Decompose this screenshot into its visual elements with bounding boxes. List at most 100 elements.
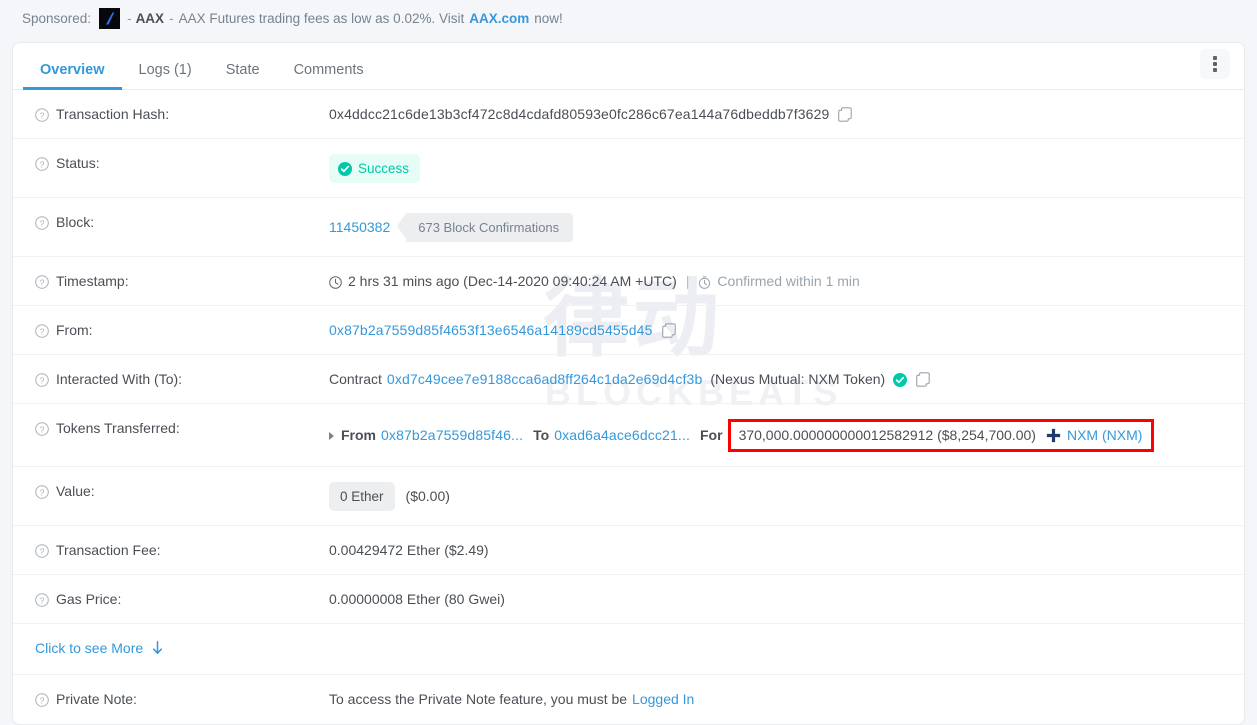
arrow-down-icon: [152, 641, 163, 655]
row-gas-price: ? Gas Price: 0.00000008 Ether (80 Gwei): [13, 575, 1244, 624]
private-note-text: To access the Private Note feature, you …: [329, 691, 628, 707]
row-interacted-with: ? Interacted With (To): Contract 0xd7c49…: [13, 355, 1244, 404]
token-from-address-link[interactable]: 0x87b2a7559d85f46...: [381, 426, 523, 445]
copy-icon[interactable]: [916, 372, 930, 387]
timestamp-ago-group: 2 hrs 31 mins ago (Dec-14-2020 09:40:24 …: [329, 272, 677, 291]
token-name-link[interactable]: NXM (NXM): [1067, 426, 1142, 445]
check-circle-icon: [338, 161, 352, 176]
row-timestamp: ? Timestamp: 2 hrs 31 mins ago (Dec-14-2…: [13, 257, 1244, 306]
timestamp-ago: 2 hrs 31 mins ago (Dec-14-2020 09:40:24 …: [348, 273, 677, 289]
sponsor-end-text: now!: [534, 10, 563, 26]
transaction-hash-value: 0x4ddcc21c6de13b3cf472c8d4cdafd80593e0fc…: [329, 106, 830, 122]
label-gas-price: ? Gas Price:: [13, 590, 329, 609]
token-to-address-link[interactable]: 0xad6a4ace6dcc21...: [554, 426, 690, 445]
label-text: Transaction Fee:: [56, 542, 161, 558]
value-transaction-fee: 0.00429472 Ether ($2.49): [329, 542, 489, 558]
copy-icon[interactable]: [661, 323, 676, 338]
row-block: ? Block: 11450382 673 Block Confirmation…: [13, 198, 1244, 257]
label-text: Block:: [56, 214, 95, 230]
label-transaction-hash: ? Transaction Hash:: [13, 105, 329, 124]
details-rows: ? Transaction Hash: 0x4ddcc21c6de13b3cf4…: [13, 90, 1244, 724]
nxm-token-icon: [1046, 428, 1061, 443]
svg-text:?: ?: [40, 487, 45, 497]
timestamp-separator: |: [685, 273, 690, 289]
label-timestamp: ? Timestamp:: [13, 272, 329, 291]
tab-overview[interactable]: Overview: [23, 62, 122, 90]
label-text: From:: [56, 322, 93, 338]
value-status: Success: [329, 154, 1244, 183]
value-private-note: To access the Private Note feature, you …: [329, 690, 1244, 709]
help-icon[interactable]: ?: [35, 373, 49, 387]
help-icon[interactable]: ?: [35, 275, 49, 289]
svg-text:?: ?: [40, 277, 45, 287]
sponsor-link[interactable]: AAX.com: [469, 11, 529, 26]
help-icon[interactable]: ?: [35, 422, 49, 436]
label-text: Interacted With (To):: [56, 371, 183, 387]
label-text: Timestamp:: [56, 273, 129, 289]
row-from: ? From: 0x87b2a7559d85f4653f13e6546a1418…: [13, 306, 1244, 355]
label-private-note: ? Private Note:: [13, 690, 329, 709]
contract-address-link[interactable]: 0xd7c49cee7e9188cca6ad8ff264c1da2e69d4cf…: [387, 370, 702, 389]
help-icon[interactable]: ?: [35, 108, 49, 122]
row-status: ? Status: Success: [13, 139, 1244, 198]
sponsored-label: Sponsored:: [22, 10, 92, 26]
svg-text:?: ?: [40, 218, 45, 228]
row-value: ? Value: 0 Ether ($0.00): [13, 467, 1244, 526]
value-tokens-transferred: From 0x87b2a7559d85f46... To 0xad6a4ace6…: [329, 419, 1244, 452]
expand-triangle-icon[interactable]: [329, 431, 334, 440]
sponsor-dash-1: -: [127, 10, 132, 26]
verified-check-icon: [893, 372, 908, 387]
row-tokens-transferred: ? Tokens Transferred: From 0x87b2a7559d8…: [13, 404, 1244, 467]
label-text: Status:: [56, 155, 100, 171]
help-icon[interactable]: ?: [35, 324, 49, 338]
logged-in-link[interactable]: Logged In: [632, 690, 694, 709]
block-wrap: 11450382 673 Block Confirmations: [329, 213, 574, 242]
help-icon[interactable]: ?: [35, 485, 49, 499]
tab-comments[interactable]: Comments: [277, 62, 381, 90]
row-transaction-hash: ? Transaction Hash: 0x4ddcc21c6de13b3cf4…: [13, 90, 1244, 139]
svg-text:?: ?: [40, 695, 45, 705]
value-gas-price: 0.00000008 Ether (80 Gwei): [329, 591, 505, 607]
label-text: Tokens Transferred:: [56, 420, 180, 436]
row-transaction-fee: ? Transaction Fee: 0.00429472 Ether ($2.…: [13, 526, 1244, 575]
block-number-link[interactable]: 11450382: [329, 218, 390, 237]
transaction-details-card: 律动 BLOCKBEATS Overview Logs (1) State Co…: [12, 42, 1245, 725]
label-text: Gas Price:: [56, 591, 122, 607]
status-badge: Success: [329, 154, 421, 183]
label-tokens-transferred: ? Tokens Transferred:: [13, 419, 329, 438]
tab-logs[interactable]: Logs (1): [122, 62, 209, 90]
clock-icon: [329, 275, 342, 289]
value-timestamp: 2 hrs 31 mins ago (Dec-14-2020 09:40:24 …: [329, 272, 1244, 291]
help-icon[interactable]: ?: [35, 216, 49, 230]
kebab-dot: [1213, 56, 1217, 60]
help-icon[interactable]: ?: [35, 593, 49, 607]
help-icon[interactable]: ?: [35, 544, 49, 558]
token-from-label: From: [341, 427, 376, 443]
value-ether: 0 Ether ($0.00): [329, 482, 1244, 511]
svg-text:?: ?: [40, 326, 45, 336]
kebab-dot: [1213, 68, 1217, 72]
click-to-see-more-button[interactable]: Click to see More: [35, 640, 163, 656]
kebab-dot: [1213, 62, 1217, 66]
sponsor-brand: AAX: [135, 10, 165, 26]
row-click-to-see-more: Click to see More: [13, 624, 1244, 675]
copy-icon[interactable]: [838, 107, 853, 122]
sponsored-banner: Sponsored: - AAX - AAX Futures trading f…: [0, 0, 1257, 36]
svg-text:?: ?: [40, 110, 45, 120]
label-block: ? Block:: [13, 213, 329, 232]
label-status: ? Status:: [13, 154, 329, 173]
token-to-label: To: [533, 427, 550, 443]
contract-prefix: Contract: [329, 371, 382, 387]
svg-text:?: ?: [40, 159, 45, 169]
token-amount: 370,000.000000000012582912 ($8,254,700.0…: [738, 427, 1036, 443]
stopwatch-icon: [698, 275, 711, 289]
value-interacted-with: Contract 0xd7c49cee7e9188cca6ad8ff264c1d…: [329, 370, 1244, 389]
svg-text:?: ?: [40, 375, 45, 385]
help-icon[interactable]: ?: [35, 157, 49, 171]
from-address-link[interactable]: 0x87b2a7559d85f4653f13e6546a14189cd5455d…: [329, 321, 653, 340]
help-icon[interactable]: ?: [35, 693, 49, 707]
tab-state[interactable]: State: [209, 62, 277, 90]
token-amount-highlight-box: 370,000.000000000012582912 ($8,254,700.0…: [727, 419, 1155, 452]
kebab-menu-icon[interactable]: [1200, 49, 1230, 79]
value-pill: 0 Ether: [329, 482, 395, 511]
